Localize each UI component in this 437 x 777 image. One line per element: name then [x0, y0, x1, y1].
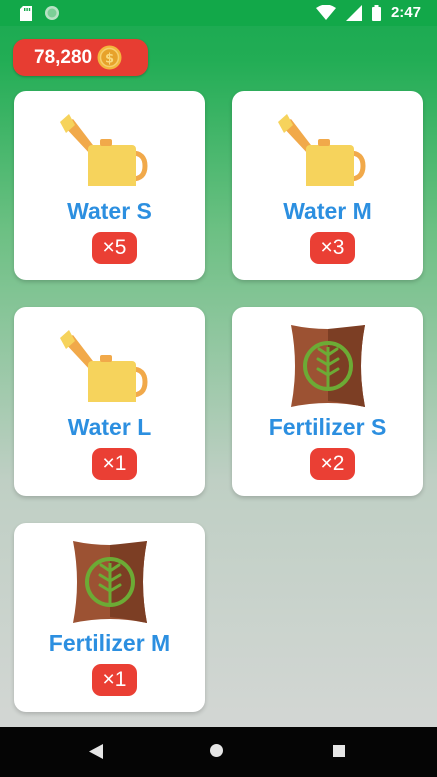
- watering-can-icon: [232, 111, 423, 186]
- battery-icon: [371, 4, 381, 21]
- item-quantity-badge: ×1: [92, 664, 137, 696]
- item-card-water-m[interactable]: Water M ×3: [232, 91, 423, 280]
- gold-coin-icon: $: [97, 45, 122, 70]
- item-quantity-badge: ×5: [92, 232, 137, 264]
- back-icon[interactable]: [89, 744, 103, 759]
- item-card-water-s[interactable]: Water S ×5: [14, 91, 205, 280]
- cell-signal-icon: [345, 4, 362, 21]
- home-icon[interactable]: [210, 744, 223, 757]
- item-card-fertilizer-s[interactable]: Fertilizer S ×2: [232, 307, 423, 496]
- fertilizer-sack-icon: [232, 321, 423, 411]
- clock-time: 2:47: [390, 4, 421, 21]
- item-name: Water L: [67, 414, 152, 440]
- watering-can-icon: [14, 327, 205, 402]
- coin-balance-value: 78,280: [34, 46, 93, 68]
- item-name: Fertilizer S: [268, 414, 387, 440]
- svg-text:$: $: [105, 52, 114, 67]
- notification-dot-icon: [45, 6, 59, 20]
- item-card-water-l[interactable]: Water L ×1: [14, 307, 205, 496]
- item-name: Water M: [283, 198, 372, 224]
- item-quantity-badge: ×1: [92, 448, 137, 480]
- item-name: Fertilizer M: [48, 630, 171, 656]
- item-name: Water S: [67, 198, 152, 224]
- status-bar: 2:47: [0, 0, 437, 26]
- coin-balance[interactable]: 78,280 $: [13, 39, 148, 76]
- fertilizer-sack-icon: [14, 537, 205, 627]
- sd-card-icon: [20, 5, 32, 21]
- item-quantity-badge: ×3: [310, 232, 355, 264]
- system-navigation-bar: [0, 727, 437, 777]
- wifi-icon: [315, 4, 336, 20]
- item-card-fertilizer-m[interactable]: Fertilizer M ×1: [14, 523, 205, 712]
- recents-icon[interactable]: [333, 745, 345, 757]
- item-quantity-badge: ×2: [310, 448, 355, 480]
- watering-can-icon: [14, 111, 205, 186]
